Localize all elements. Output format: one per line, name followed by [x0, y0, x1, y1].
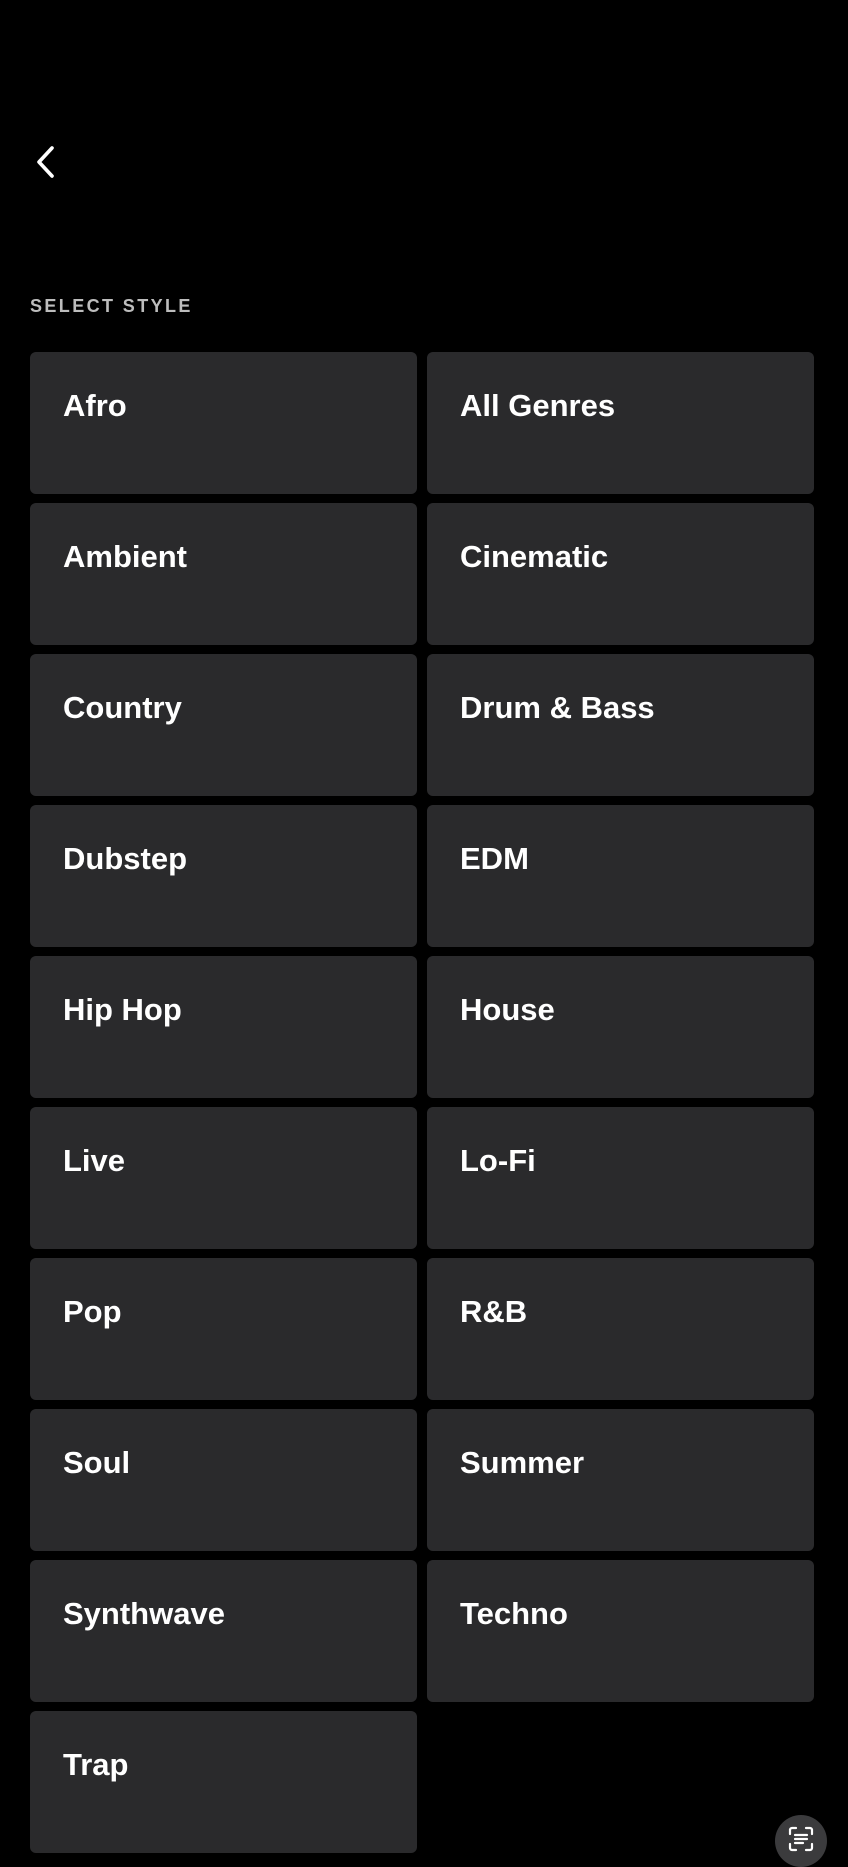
style-tile[interactable]: Drum & Bass — [427, 654, 814, 796]
style-tile[interactable]: Synthwave — [30, 1560, 417, 1702]
style-tile-label: Synthwave — [63, 1596, 225, 1631]
style-tile[interactable]: Soul — [30, 1409, 417, 1551]
style-tile[interactable]: Country — [30, 654, 417, 796]
style-tile[interactable]: Afro — [30, 352, 417, 494]
style-tile[interactable]: Lo-Fi — [427, 1107, 814, 1249]
style-tile[interactable]: House — [427, 956, 814, 1098]
style-tile[interactable]: Summer — [427, 1409, 814, 1551]
style-tile-label: Live — [63, 1143, 126, 1178]
style-tile-label: All Genres — [460, 388, 616, 423]
style-tile[interactable]: Pop — [30, 1258, 417, 1400]
back-button[interactable] — [26, 138, 66, 186]
style-tile-label: Ambient — [63, 539, 187, 574]
section-label: SELECT STYLE — [30, 296, 193, 316]
style-tile-label: Lo-Fi — [460, 1143, 536, 1178]
style-tile-label: Hip Hop — [63, 992, 182, 1027]
style-tile-label: House — [460, 992, 555, 1027]
text-scan-button[interactable] — [775, 1815, 827, 1867]
style-tile-label: Summer — [460, 1445, 585, 1480]
style-tile-label: Soul — [63, 1445, 131, 1480]
style-tile-label: Techno — [460, 1596, 568, 1631]
style-tile[interactable]: Cinematic — [427, 503, 814, 645]
style-tile[interactable]: Ambient — [30, 503, 417, 645]
style-tile-label: Trap — [63, 1747, 129, 1782]
style-tile[interactable]: Trap — [30, 1711, 417, 1853]
style-grid: Afro All Genres Ambient Cinematic Country Dru… — [30, 352, 814, 1853]
style-tile-label: EDM — [460, 841, 529, 876]
text-scan-icon — [788, 1826, 814, 1852]
style-tile-label: Pop — [63, 1294, 122, 1329]
style-tile[interactable]: Hip Hop — [30, 956, 417, 1098]
style-tile[interactable]: All Genres — [427, 352, 814, 494]
style-tile[interactable]: R&B — [427, 1258, 814, 1400]
style-tile[interactable]: Dubstep — [30, 805, 417, 947]
style-tile-label: Cinematic — [460, 539, 609, 574]
style-tile-label: R&B — [460, 1294, 528, 1329]
style-tile[interactable]: Techno — [427, 1560, 814, 1702]
style-tile-label: Country — [63, 690, 182, 725]
style-tile-label: Drum & Bass — [460, 690, 655, 725]
chevron-left-icon — [37, 146, 54, 178]
style-tile[interactable]: Live — [30, 1107, 417, 1249]
style-tile-label: Afro — [63, 388, 127, 423]
style-tile[interactable]: EDM — [427, 805, 814, 947]
style-tile-label: Dubstep — [63, 841, 187, 876]
